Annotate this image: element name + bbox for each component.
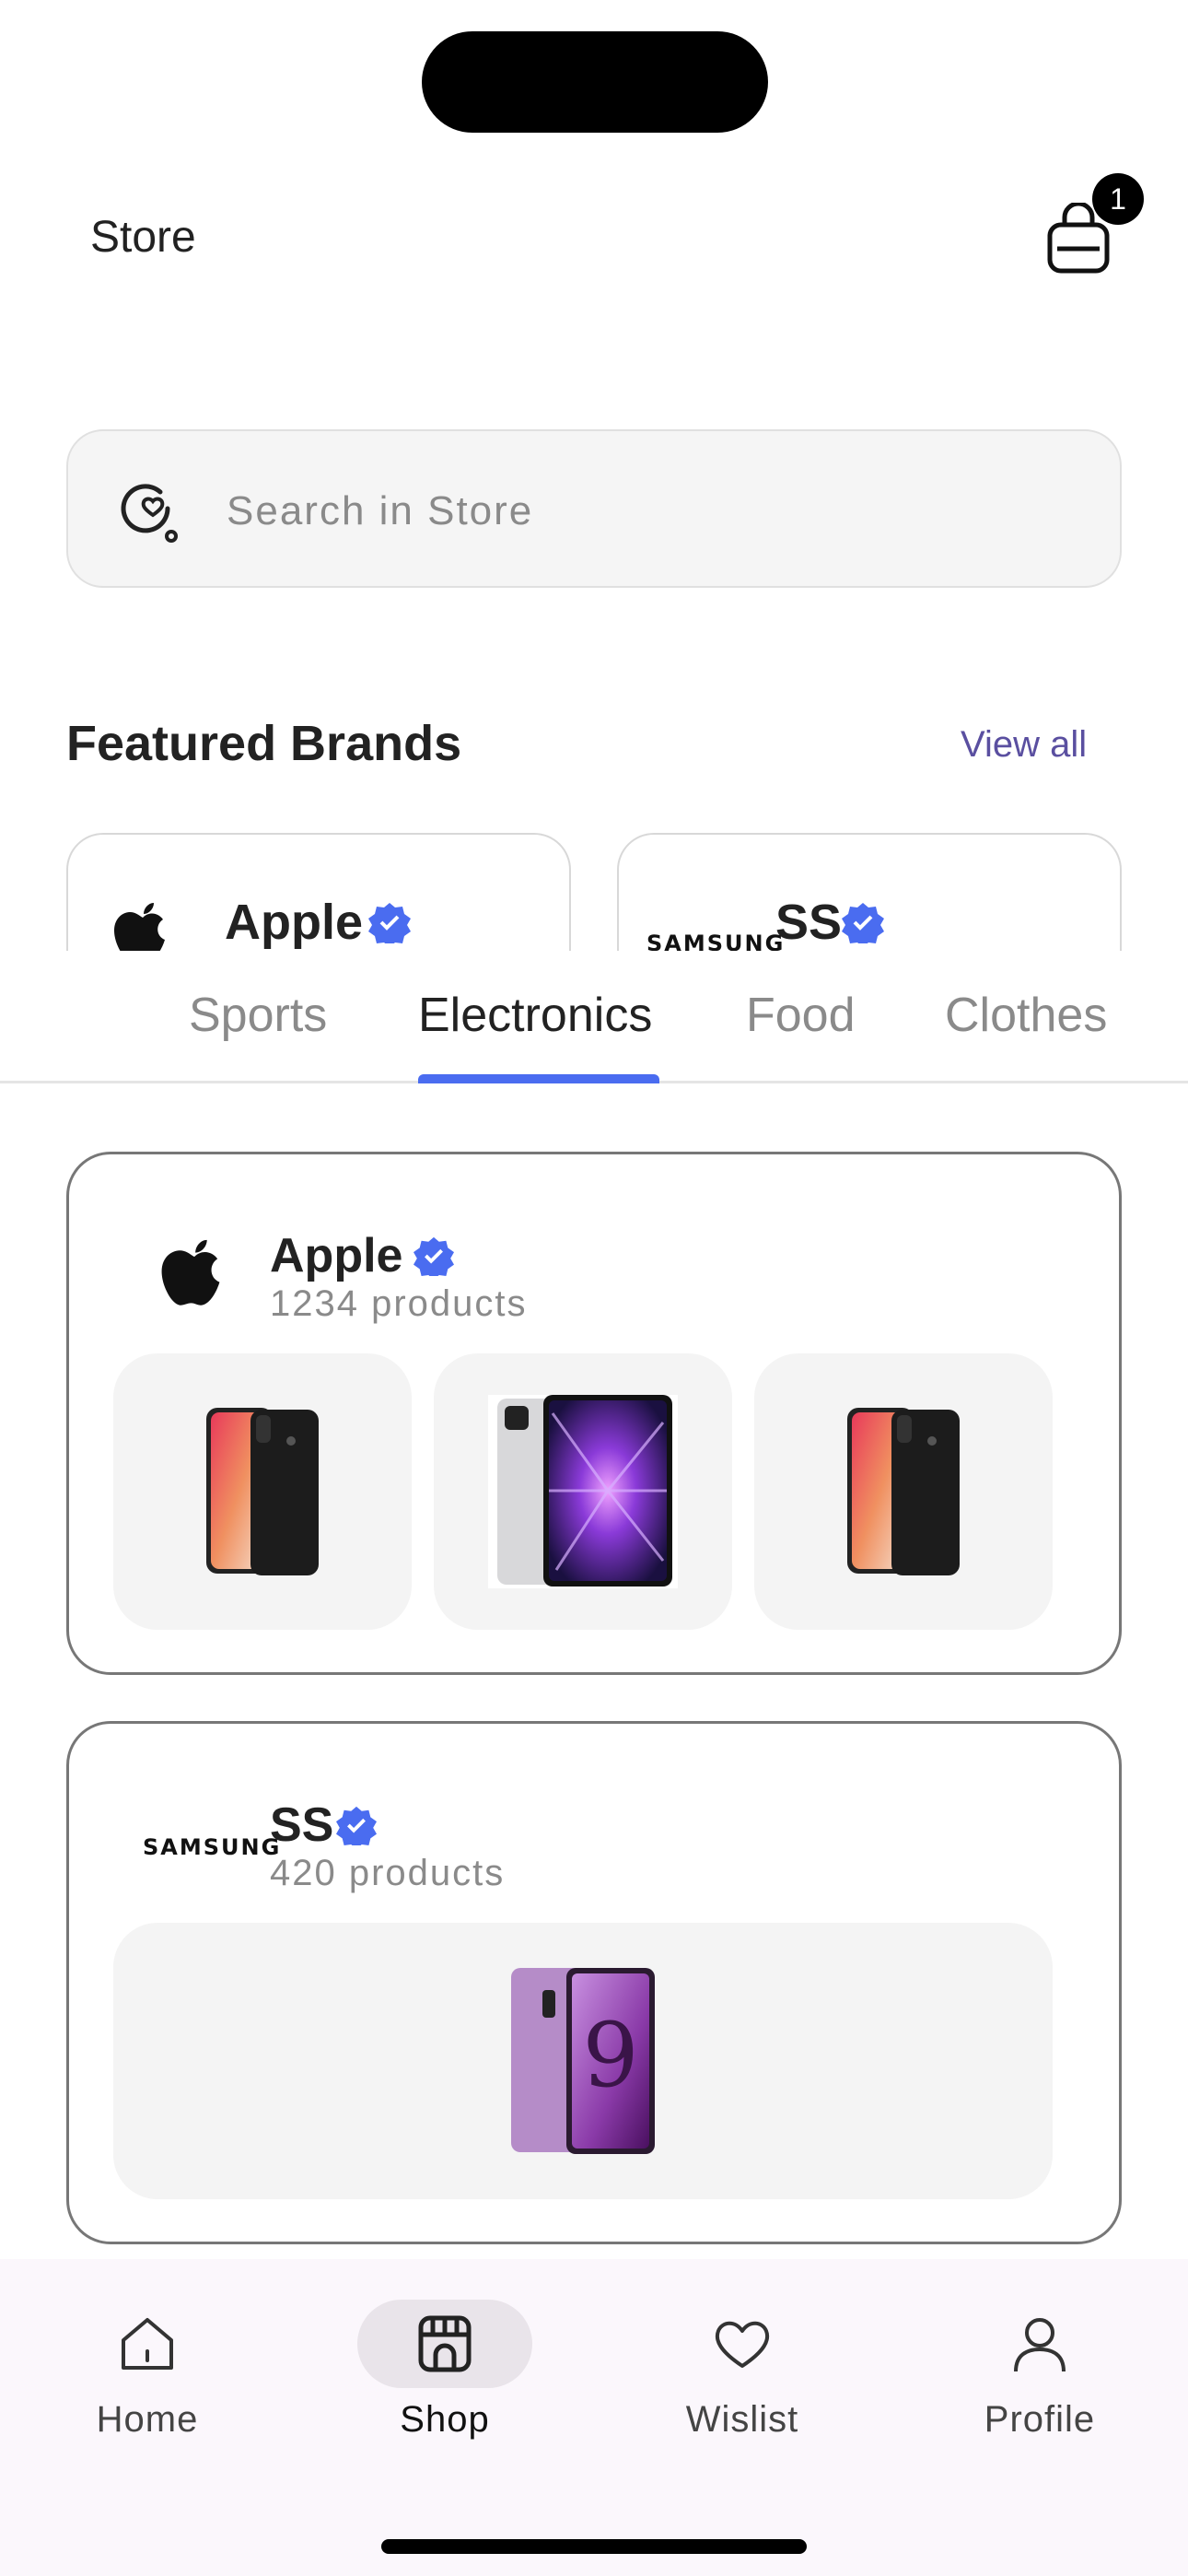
iphone-x-image <box>847 1408 960 1575</box>
store-name: SS <box>270 1798 334 1852</box>
svg-text:9: 9 <box>582 2004 638 2107</box>
brand-card-apple[interactable]: Apple <box>66 833 571 953</box>
product-count: 420 products <box>270 1853 506 1893</box>
store-name: Apple <box>270 1229 403 1282</box>
ipad-pro-image <box>488 1395 678 1588</box>
tab-food[interactable]: Food <box>746 988 856 1043</box>
view-all-link[interactable]: View all <box>961 724 1087 766</box>
bottom-navigation: Home Shop Wislist Profile <box>0 2259 1188 2576</box>
featured-brands-title: Featured Brands <box>66 716 462 771</box>
product-thumbnail[interactable] <box>754 1353 1053 1630</box>
tab-electronics[interactable]: Electronics <box>418 988 652 1043</box>
nav-label: Shop <box>400 2399 490 2440</box>
shop-icon <box>418 2315 472 2372</box>
tab-clothes[interactable]: Clothes <box>945 988 1107 1043</box>
brand-name: SS <box>775 895 843 950</box>
product-thumbnail[interactable]: 9 <box>113 1923 1053 2199</box>
brand-name: Apple <box>225 895 364 950</box>
profile-icon <box>1014 2318 1066 2372</box>
samsung-logo: SAMSUNG <box>143 1834 282 1860</box>
cart-badge: 1 <box>1092 173 1144 225</box>
apple-logo <box>114 903 165 953</box>
nav-label: Home <box>96 2399 199 2440</box>
nav-profile[interactable]: Profile <box>929 2259 1150 2462</box>
galaxy-s9-image: 9 <box>511 1968 655 2154</box>
store-card-apple[interactable]: Apple 1234 products <box>66 1152 1122 1675</box>
verified-icon <box>842 903 884 943</box>
home-indicator <box>381 2539 807 2554</box>
nav-home[interactable]: Home <box>37 2259 258 2462</box>
brand-card-samsung[interactable]: SAMSUNG SS <box>617 833 1122 953</box>
category-tabs: Sports Electronics Food Clothes <box>0 951 1188 1083</box>
product-thumbnail[interactable] <box>434 1353 732 1630</box>
dynamic-island <box>422 31 768 133</box>
active-tab-indicator <box>418 1074 659 1083</box>
store-card-samsung[interactable]: SAMSUNG SS 420 products 9 <box>66 1721 1122 2244</box>
nav-shop[interactable]: Shop <box>334 2259 555 2462</box>
search-placeholder: Search in Store <box>227 488 534 533</box>
verified-icon <box>413 1236 454 1276</box>
product-thumbnail[interactable] <box>113 1353 412 1630</box>
verified-icon <box>368 903 411 943</box>
apple-logo <box>161 1239 220 1306</box>
nav-label: Wislist <box>685 2399 799 2440</box>
heart-icon <box>715 2321 770 2368</box>
samsung-logo: SAMSUNG <box>646 931 786 953</box>
nav-wishlist[interactable]: Wislist <box>632 2259 853 2462</box>
verified-icon <box>336 1806 377 1845</box>
product-count: 1234 products <box>270 1283 528 1324</box>
nav-label: Profile <box>984 2399 1096 2440</box>
page-title: Store <box>90 213 196 262</box>
tab-sports[interactable]: Sports <box>189 988 327 1043</box>
iphone-x-image <box>206 1408 319 1575</box>
search-input[interactable]: Search in Store <box>66 429 1122 588</box>
search-icon <box>121 484 178 543</box>
home-icon <box>122 2318 173 2370</box>
